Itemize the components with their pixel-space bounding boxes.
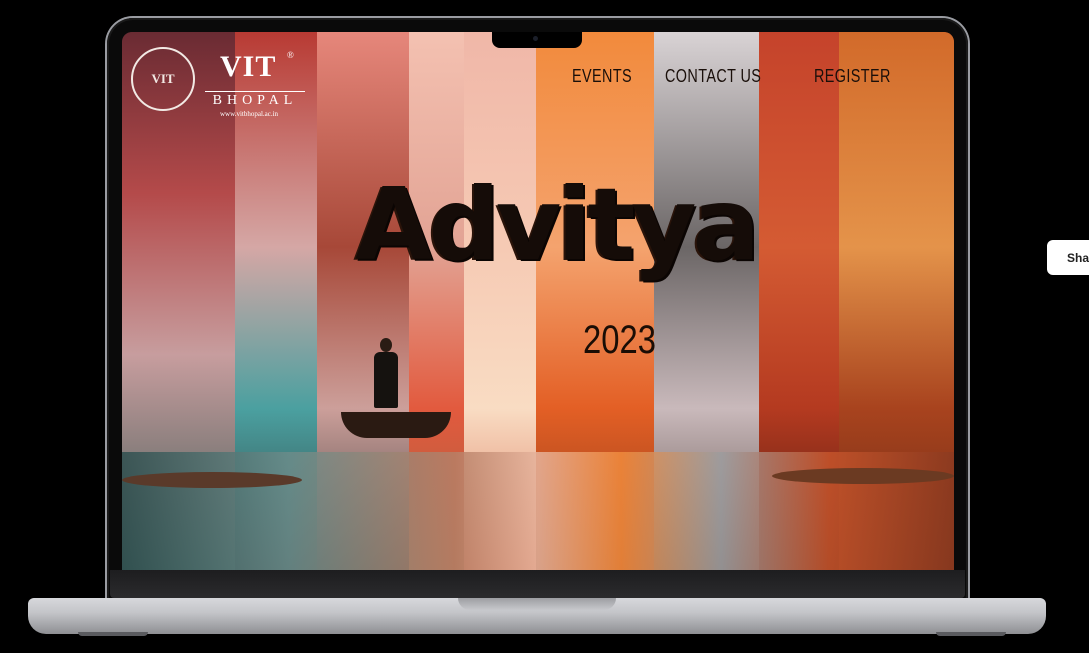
- logo-url: www.vitbhopal.ac.in: [220, 110, 279, 118]
- share-button[interactable]: Sha: [1047, 240, 1089, 275]
- laptop-foot: [936, 632, 1006, 636]
- nav-contact-link[interactable]: CONTACT US: [665, 66, 761, 87]
- logo-subtitle: BHOPAL: [205, 91, 305, 109]
- man-silhouette-body: [374, 352, 398, 408]
- hero-title: Advitya: [355, 166, 760, 283]
- screen-bezel-bottom: [110, 570, 965, 598]
- seal-text: VIT: [151, 71, 175, 86]
- laptop-foot: [78, 632, 148, 636]
- camera-icon: [533, 36, 538, 41]
- nav-register-link[interactable]: REGISTER: [814, 66, 891, 87]
- nav-events-link[interactable]: EVENTS: [572, 66, 632, 87]
- registered-mark: ®: [287, 50, 294, 60]
- man-silhouette-head: [380, 338, 392, 352]
- institute-seal-icon[interactable]: VIT: [131, 47, 195, 111]
- logo-title[interactable]: VIT: [220, 52, 276, 82]
- boat-image: [341, 412, 451, 438]
- shore-rocks: [122, 472, 302, 488]
- shore-rocks: [772, 468, 954, 484]
- camera-notch: [492, 32, 582, 48]
- hero-year: 2023: [583, 318, 656, 362]
- laptop-lip: [458, 598, 616, 610]
